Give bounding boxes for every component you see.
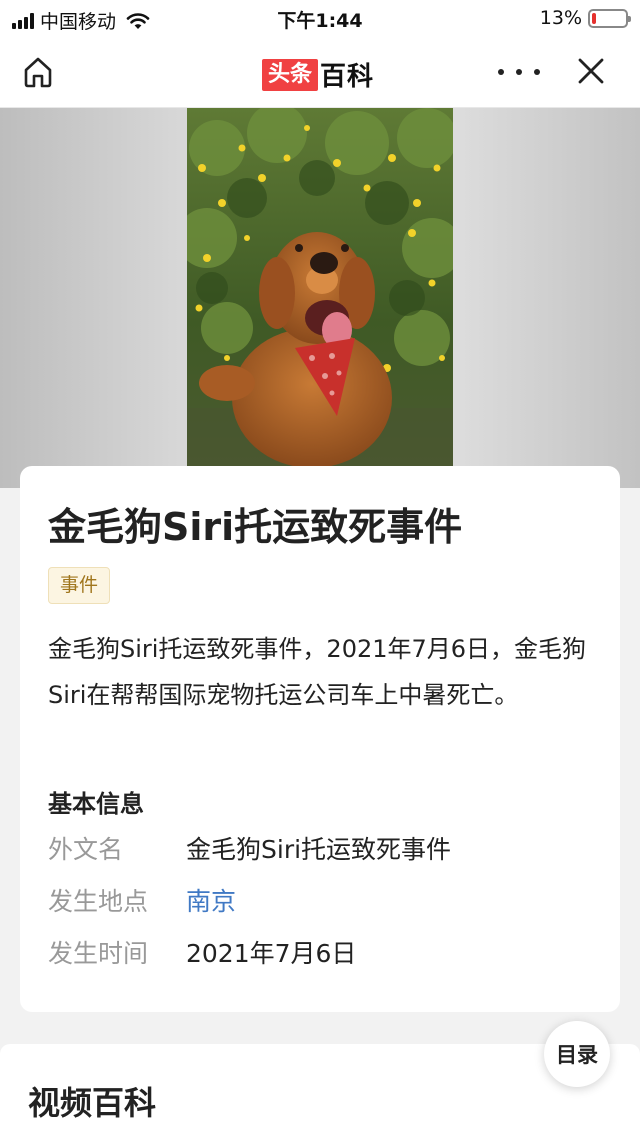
info-label: 发生时间 — [48, 939, 149, 968]
category-tag[interactable]: 事件 — [48, 567, 111, 604]
battery-icon — [588, 8, 631, 28]
location-link[interactable]: 南京 — [186, 887, 236, 916]
status-right: 13% — [539, 7, 631, 29]
brand-logo-text: 百科 — [320, 62, 375, 92]
status-bar: 中国移动 下午1:44 13% — [0, 0, 640, 36]
battery-percent: 13% — [539, 7, 582, 29]
info-label: 外文名 — [48, 835, 124, 864]
info-label: 发生地点 — [48, 887, 149, 916]
battery-fill — [592, 12, 597, 24]
video-section-title: 视频百科 — [28, 1084, 157, 1122]
basic-info-title: 基本信息 — [48, 790, 144, 818]
golden-retriever-photo[interactable] — [187, 108, 453, 466]
info-value: 金毛狗Siri托运致死事件 — [186, 835, 452, 864]
info-value: 2021年7月6日 — [186, 939, 357, 968]
info-row-time: 发生时间 2021年7月6日 — [48, 934, 356, 974]
page-title: 金毛狗Siri托运致死事件 — [48, 505, 463, 549]
info-row-location: 发生地点 南京 — [48, 882, 236, 922]
brand-logo-red: 头条 — [262, 58, 319, 91]
toc-button[interactable]: 目录 — [544, 1021, 610, 1087]
summary-card: 金毛狗Siri托运致死事件 事件 金毛狗Siri托运致死事件，2021年7月6日… — [20, 466, 620, 1012]
hero-banner — [0, 108, 640, 488]
brand-logo: 头条 百科 — [262, 56, 374, 93]
close-icon[interactable] — [574, 54, 608, 88]
summary-text: 金毛狗Siri托运致死事件，2021年7月6日，金毛狗Siri在帮帮国际宠物托运… — [48, 635, 587, 709]
home-icon[interactable] — [20, 54, 56, 90]
nav-bar: 头条 百科 — [0, 36, 640, 108]
info-row-foreign-name: 外文名 金毛狗Siri托运致死事件 — [48, 830, 451, 870]
more-dots-icon[interactable] — [498, 60, 540, 84]
